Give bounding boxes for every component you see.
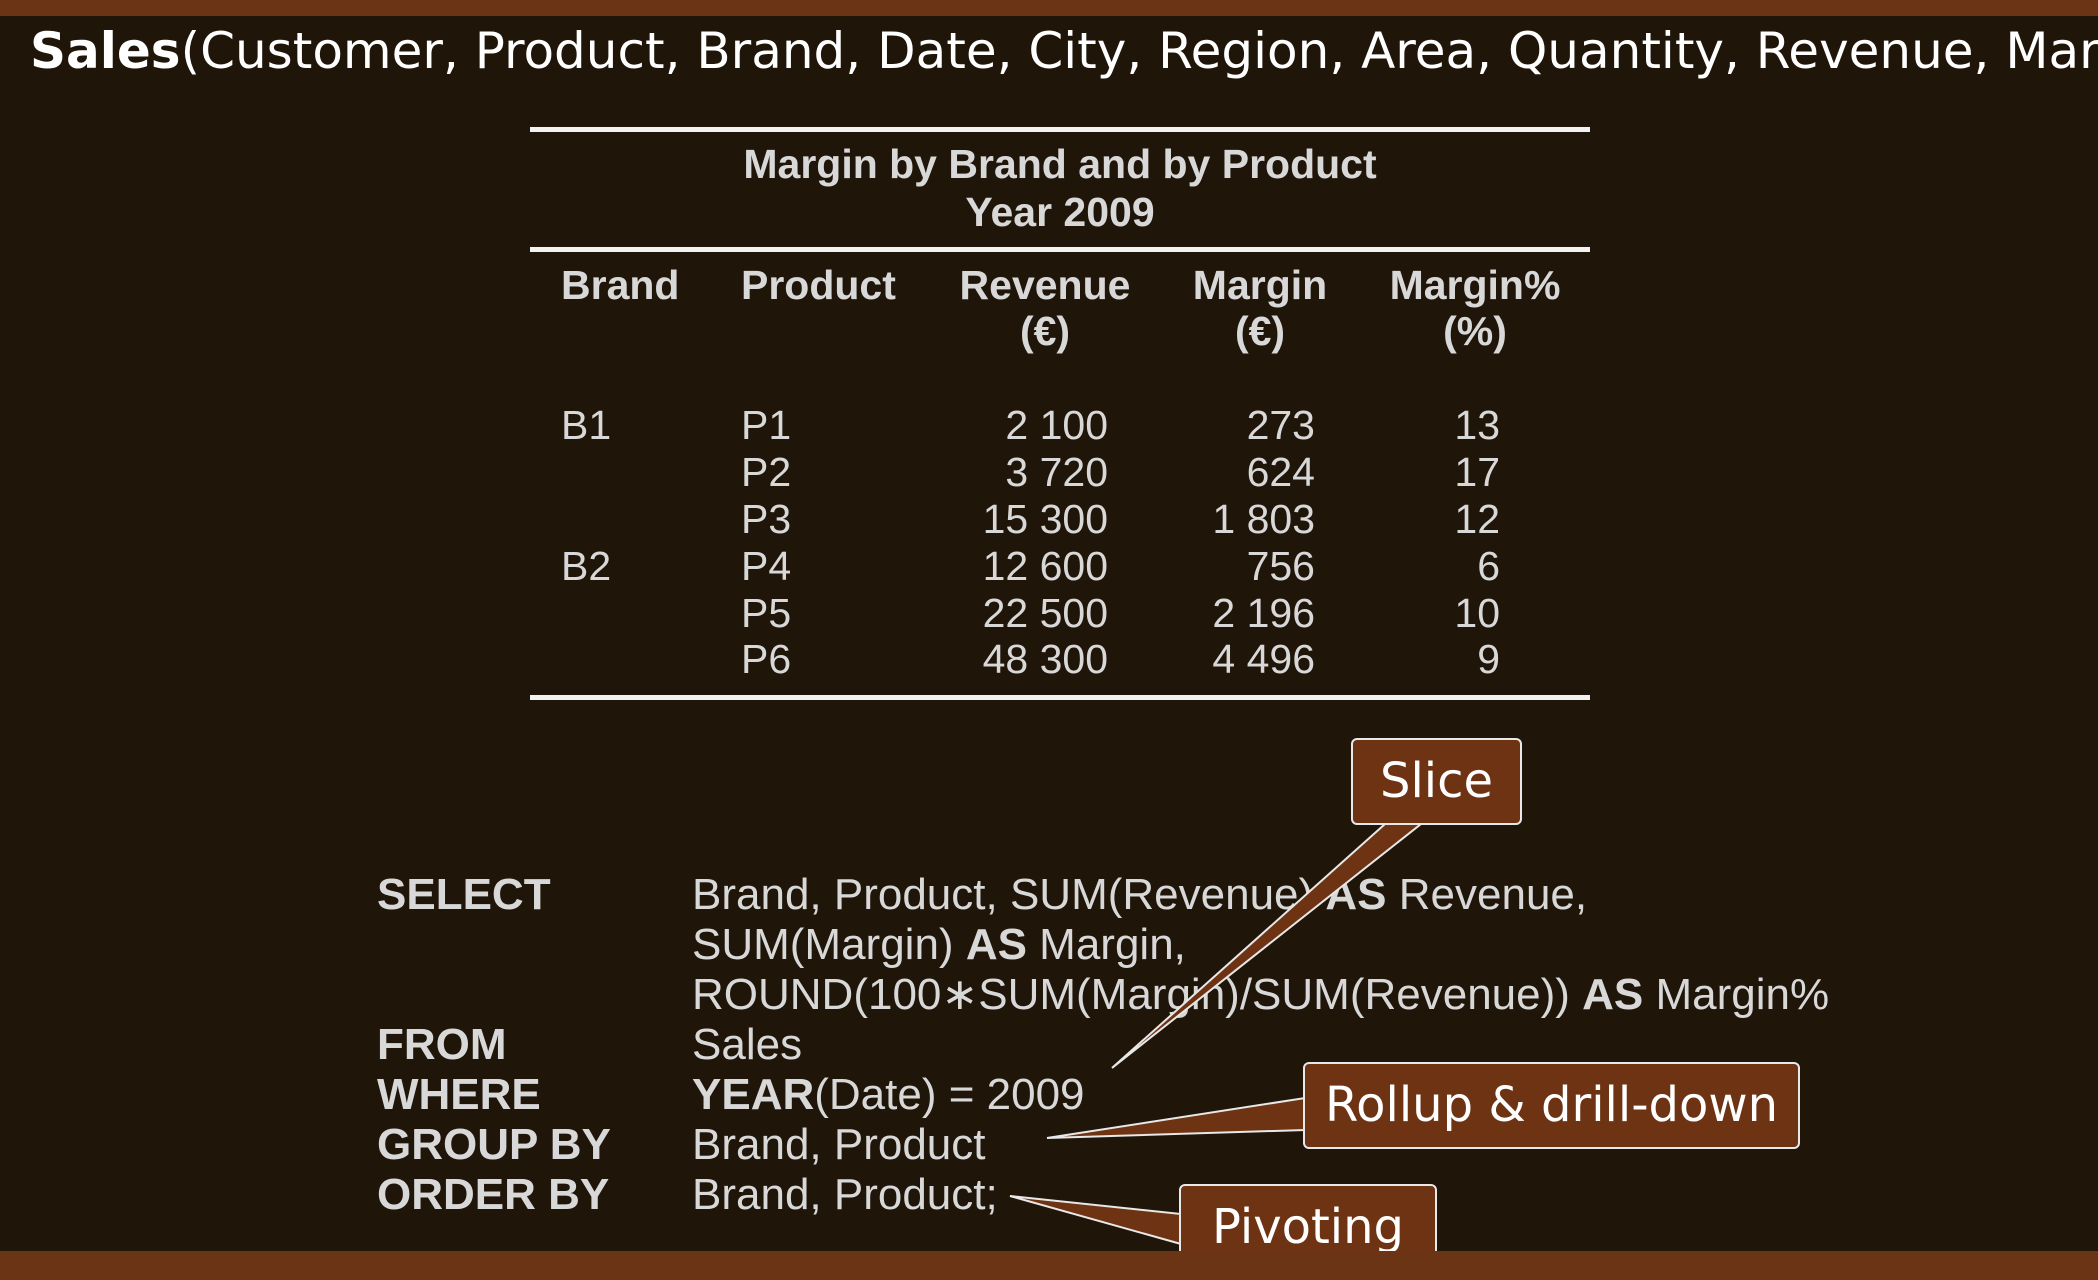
callout-slice: Slice xyxy=(1351,738,1522,825)
callout-rollup-drill-down: Rollup & drill-down xyxy=(1303,1062,1800,1149)
rollup-pointer xyxy=(1046,1096,1306,1139)
bottom-accent-bar xyxy=(0,1251,2098,1280)
slice-pointer xyxy=(1111,823,1424,1069)
pivoting-pointer xyxy=(1009,1195,1182,1246)
